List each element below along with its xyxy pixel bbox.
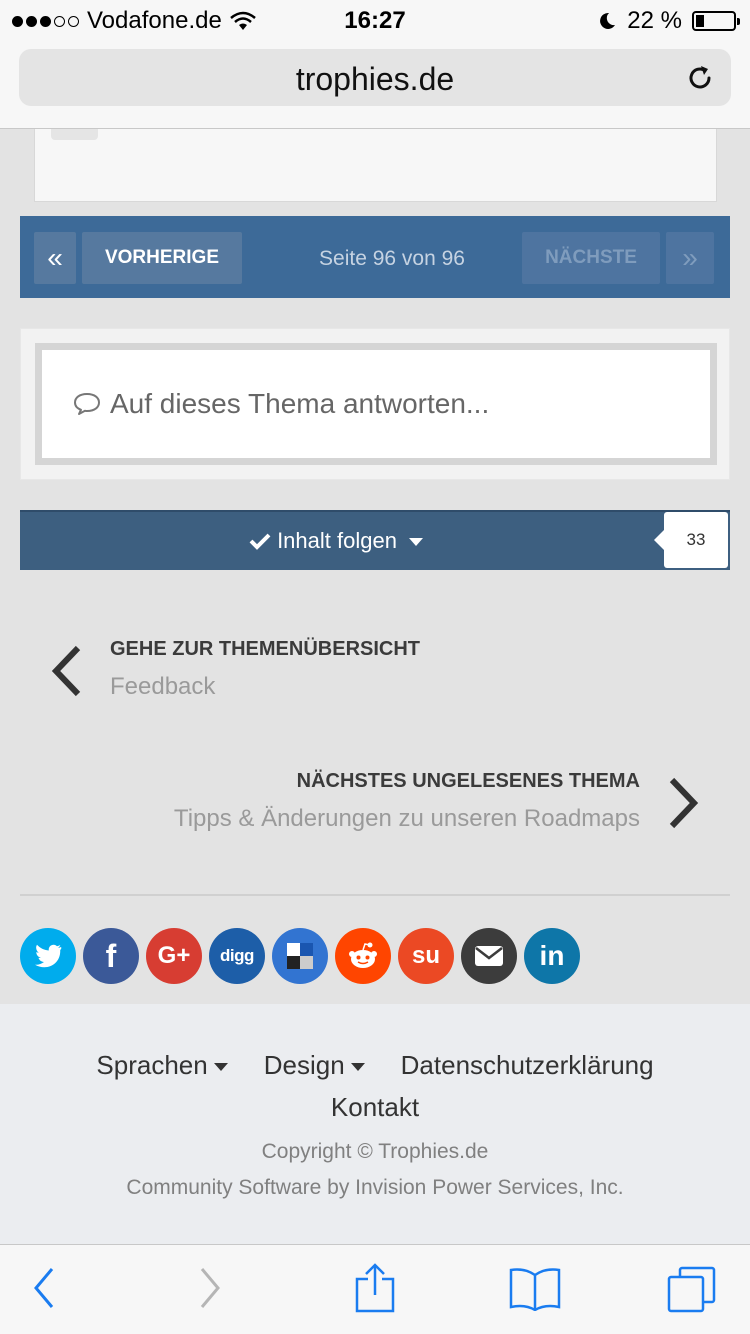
back-title: Feedback: [110, 673, 216, 700]
back-to-topic-list-link[interactable]: GEHE ZUR THEMENÜBERSICHT Feedback: [50, 636, 690, 706]
caret-down-icon: [213, 1063, 228, 1072]
next-page-button[interactable]: NÄCHSTE: [522, 232, 660, 284]
address-bar[interactable]: trophies.de: [19, 49, 731, 106]
languages-menu[interactable]: Sprachen: [96, 1050, 228, 1081]
delicious-icon[interactable]: [272, 928, 328, 984]
follow-label: Inhalt folgen: [277, 528, 397, 553]
battery-icon: [692, 11, 740, 31]
google-plus-icon[interactable]: G+: [146, 928, 202, 984]
last-page-button[interactable]: »: [666, 232, 714, 284]
digg-icon[interactable]: digg: [209, 928, 265, 984]
battery-info: 22 %: [597, 7, 740, 35]
powered-by-link[interactable]: Community Software by Invision Power Ser…: [0, 1176, 750, 1200]
reddit-icon[interactable]: [335, 928, 391, 984]
linkedin-icon[interactable]: in: [524, 928, 580, 984]
status-bar: Vodafone.de 16:27 22 %: [0, 0, 750, 40]
reply-area: Auf dieses Thema antworten...: [20, 328, 730, 480]
share-icon[interactable]: [354, 1263, 396, 1313]
previous-page-button[interactable]: VORHERIGE: [82, 232, 242, 284]
battery-percent: 22 %: [627, 7, 682, 34]
wifi-icon: [230, 11, 256, 30]
browser-toolbar: [0, 1244, 750, 1334]
moon-icon: [600, 12, 616, 29]
caret-down-icon: [409, 538, 424, 547]
design-label: Design: [263, 1050, 345, 1080]
stumbleupon-icon[interactable]: su: [398, 928, 454, 984]
next-title: Tipps & Änderungen zu unseren Roadmaps: [173, 805, 640, 832]
caret-down-icon: [350, 1063, 365, 1072]
footer-links: Sprachen Design Datenschutzerklärung: [0, 1050, 750, 1081]
follower-count-badge: 33: [654, 512, 728, 568]
carrier-info: Vodafone.de: [12, 7, 256, 35]
copyright: Copyright © Trophies.de: [261, 1140, 489, 1163]
page-info: Seite 96 von 96: [319, 247, 465, 270]
bookmarks-icon[interactable]: [508, 1267, 562, 1311]
reply-placeholder: Auf dieses Thema antworten...: [110, 388, 490, 419]
comment-icon: [74, 393, 100, 415]
first-page-button[interactable]: «: [34, 232, 76, 284]
browser-address-area: trophies.de: [0, 40, 750, 129]
privacy-link[interactable]: Datenschutzerklärung: [401, 1050, 654, 1081]
signal-strength-icon: [12, 15, 79, 27]
checkmark-icon: [249, 533, 271, 550]
email-icon[interactable]: [461, 928, 517, 984]
design-menu[interactable]: Design: [264, 1050, 365, 1081]
follow-button[interactable]: Inhalt folgen: [20, 528, 652, 554]
pagination-bar: « VORHERIGE Seite 96 von 96 NÄCHSTE »: [20, 216, 730, 298]
back-icon[interactable]: [30, 1265, 56, 1311]
chevron-right-icon: [669, 777, 699, 829]
forward-icon[interactable]: [198, 1265, 224, 1311]
footer: Sprachen Design Datenschutzerklärung Kon…: [0, 1004, 750, 1244]
contact-link[interactable]: Kontakt: [331, 1092, 419, 1122]
next-unread-topic-link[interactable]: NÄCHSTES UNGELESENES THEMA Tipps & Änder…: [50, 768, 700, 838]
next-heading: NÄCHSTES UNGELESENES THEMA: [296, 770, 640, 792]
back-heading: GEHE ZUR THEMENÜBERSICHT: [110, 638, 421, 660]
reply-input[interactable]: Auf dieses Thema antworten...: [35, 343, 717, 465]
url-text[interactable]: trophies.de: [19, 61, 731, 98]
carrier-name: Vodafone.de: [87, 7, 222, 34]
post-container: [34, 129, 717, 202]
twitter-icon[interactable]: [20, 928, 76, 984]
divider: [20, 894, 730, 896]
tabs-icon[interactable]: [666, 1265, 718, 1313]
follow-bar[interactable]: Inhalt folgen 33: [20, 510, 730, 570]
share-bar: f G+ digg su in: [20, 928, 580, 984]
chevron-left-icon: [51, 645, 81, 697]
reload-icon[interactable]: [685, 63, 715, 93]
languages-label: Sprachen: [96, 1050, 208, 1080]
facebook-icon[interactable]: f: [83, 928, 139, 984]
post-tab: [51, 129, 98, 140]
